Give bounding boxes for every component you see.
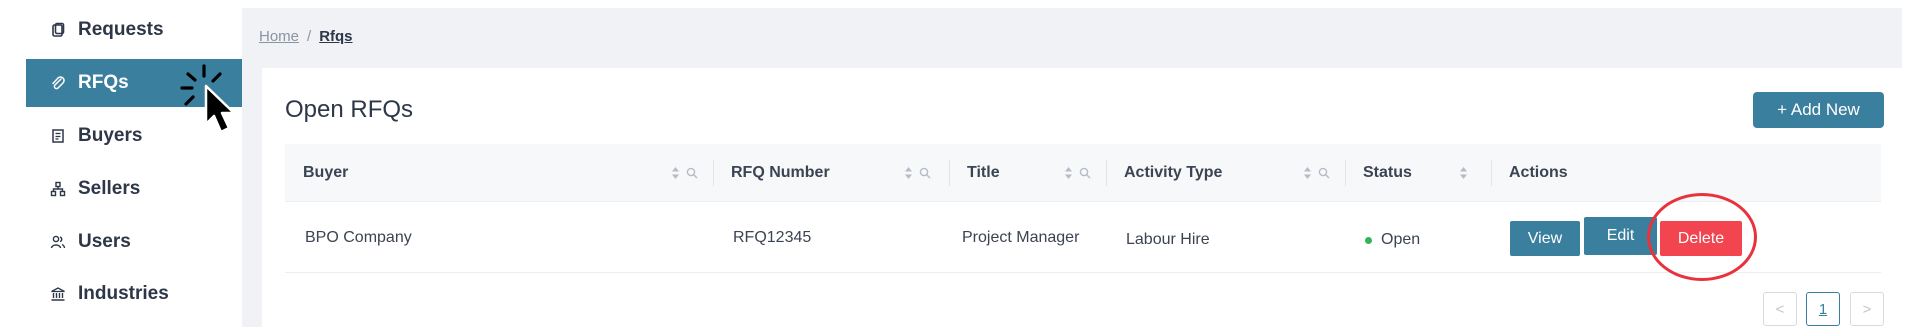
- sidebar-item-label: Buyers: [78, 125, 143, 146]
- pagination-next-button[interactable]: >: [1850, 292, 1884, 326]
- sidebar-item-label: Users: [78, 231, 131, 252]
- sidebar: Requests RFQs Buyers Sellers Users Indus…: [26, 0, 243, 327]
- breadcrumb-current[interactable]: Rfqs: [319, 28, 352, 45]
- cell-activity-type: Labour Hire: [1126, 231, 1210, 248]
- breadcrumb: Home / Rfqs: [259, 28, 353, 45]
- breadcrumb-home-link[interactable]: Home: [259, 28, 299, 45]
- view-button[interactable]: View: [1510, 221, 1580, 256]
- status-text: Open: [1381, 231, 1421, 248]
- table-header: Buyer RFQ Number Title Activity Type Sta…: [285, 144, 1881, 202]
- status-dot: [1365, 236, 1372, 244]
- hierarchy-icon: [50, 181, 66, 197]
- sort-icon[interactable]: [904, 166, 913, 180]
- sidebar-item-label: Sellers: [78, 178, 141, 199]
- cell-status: Open: [1365, 205, 1420, 275]
- column-header-buyer[interactable]: Buyer: [303, 144, 348, 202]
- sidebar-item-label: RFQs: [78, 72, 129, 93]
- sidebar-item-label: Industries: [78, 283, 169, 304]
- sidebar-item-industries[interactable]: Industries: [26, 270, 243, 318]
- sidebar-item-sellers[interactable]: Sellers: [26, 165, 243, 213]
- search-icon[interactable]: [919, 167, 931, 179]
- breadcrumb-separator: /: [307, 28, 312, 45]
- sort-icon[interactable]: [1064, 166, 1073, 180]
- search-icon[interactable]: [1079, 167, 1091, 179]
- cell-buyer: BPO Company: [305, 229, 412, 246]
- sidebar-item-users[interactable]: Users: [26, 218, 243, 266]
- sort-icon[interactable]: [671, 166, 680, 180]
- column-header-title[interactable]: Title: [967, 144, 1000, 202]
- pagination-page-1[interactable]: 1: [1806, 292, 1840, 326]
- paperclip-icon: [50, 75, 66, 91]
- receipt-icon: [50, 128, 66, 144]
- column-header-actions: Actions: [1509, 164, 1568, 181]
- add-new-button[interactable]: + Add New: [1753, 92, 1884, 128]
- search-icon[interactable]: [1318, 167, 1330, 179]
- highlight-circle: [1647, 193, 1757, 281]
- bank-icon: [50, 286, 66, 302]
- search-icon[interactable]: [686, 167, 698, 179]
- sort-icon[interactable]: [1303, 166, 1312, 180]
- click-cursor-icon: [180, 64, 236, 134]
- clipboard-icon: [50, 22, 66, 38]
- cell-rfq-number: RFQ12345: [733, 229, 812, 246]
- sidebar-item-requests[interactable]: Requests: [26, 6, 243, 54]
- users-icon: [50, 234, 66, 250]
- column-header-rfq-number[interactable]: RFQ Number: [731, 144, 830, 202]
- pagination-prev-button[interactable]: <: [1763, 292, 1797, 326]
- cell-title: Project Manager: [962, 229, 1080, 246]
- sort-icon[interactable]: [1459, 166, 1468, 180]
- column-header-status[interactable]: Status: [1363, 144, 1412, 202]
- column-header-activity-type[interactable]: Activity Type: [1124, 144, 1222, 202]
- sidebar-item-label: Requests: [78, 19, 164, 40]
- page-title: Open RFQs: [285, 96, 414, 123]
